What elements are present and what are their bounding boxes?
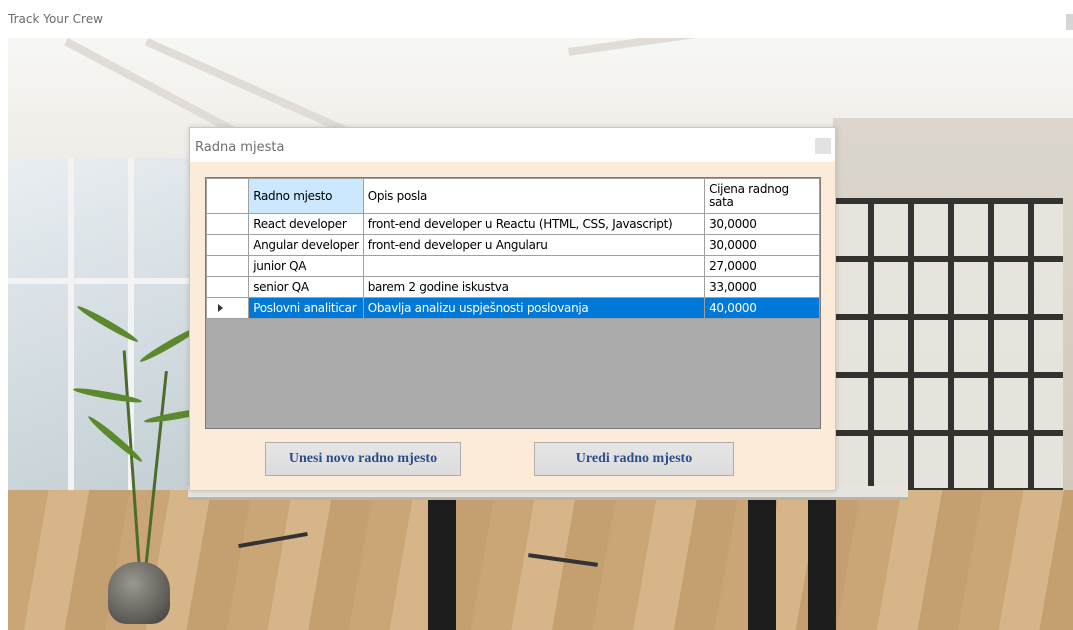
cell-cijena[interactable]: 33,0000 [704, 276, 820, 298]
close-icon[interactable] [815, 138, 831, 154]
bookshelf [828, 198, 1063, 508]
job-positions-table: Radno mjesto Opis posla Cijena radnog sa… [206, 178, 820, 319]
table-row[interactable]: junior QA 27,0000 [206, 255, 820, 277]
dialog-title: Radna mjesta [195, 140, 285, 155]
dialog-titlebar[interactable]: Radna mjesta [190, 128, 835, 162]
table-row[interactable]: React developer front-end developer u Re… [206, 213, 820, 235]
table-header-row: Radno mjesto Opis posla Cijena radnog sa… [206, 178, 820, 214]
column-header-radno-mjesto[interactable]: Radno mjesto [248, 178, 364, 214]
cell-opis-posla[interactable]: front-end developer u Angularu [362, 234, 706, 256]
edit-position-button[interactable]: Uredi radno mjesto [534, 442, 734, 476]
cell-radno-mjesto[interactable]: junior QA [248, 255, 364, 277]
desk-leg [428, 500, 456, 630]
table-row[interactable]: Angular developer front-end developer u … [206, 234, 820, 256]
cell-cijena[interactable]: 27,0000 [704, 255, 820, 277]
column-header-cijena[interactable]: Cijena radnog sata [704, 178, 820, 214]
row-header[interactable] [206, 213, 250, 235]
row-header[interactable] [206, 276, 250, 298]
cell-radno-mjesto[interactable]: Angular developer [248, 234, 364, 256]
desk-leg [808, 500, 836, 630]
cell-cijena[interactable]: 30,0000 [704, 234, 820, 256]
radna-mjesta-dialog: Radna mjesta Radno mjesto Opis posla Cij… [189, 127, 836, 491]
table-row[interactable]: senior QA barem 2 godine iskustva 33,000… [206, 276, 820, 298]
cell-radno-mjesto[interactable]: senior QA [248, 276, 364, 298]
cell-opis-posla[interactable]: front-end developer u Reactu (HTML, CSS,… [362, 213, 706, 235]
job-positions-grid[interactable]: Radno mjesto Opis posla Cijena radnog sa… [205, 177, 821, 429]
cell-opis-posla[interactable]: barem 2 godine iskustva [362, 276, 706, 298]
add-position-button[interactable]: Unesi novo radno mjesto [265, 442, 461, 476]
row-header[interactable] [206, 297, 250, 319]
table-row-selected[interactable]: Poslovni analiticar Obavlja analizu uspj… [206, 297, 820, 319]
desk-leg [748, 500, 776, 630]
cell-opis-posla[interactable]: Obavlja analizu uspješnosti poslovanja [362, 297, 706, 319]
column-header-cijena-label: Cijena radnog sata [709, 182, 789, 209]
cell-cijena[interactable]: 30,0000 [704, 213, 820, 235]
plant-pot [108, 562, 170, 624]
cell-cijena[interactable]: 40,0000 [704, 297, 820, 319]
window-frame [8, 278, 198, 284]
column-header-opis-posla[interactable]: Opis posla [362, 178, 706, 214]
cell-radno-mjesto[interactable]: React developer [248, 213, 364, 235]
cell-radno-mjesto[interactable]: Poslovni analiticar [248, 297, 364, 319]
row-header[interactable] [206, 234, 250, 256]
window-corner-button[interactable] [1066, 14, 1073, 30]
cell-opis-posla[interactable] [362, 255, 706, 277]
triangle-right-icon [218, 304, 223, 312]
app-title: Track Your Crew [8, 12, 103, 26]
row-header[interactable] [206, 255, 250, 277]
row-header-corner[interactable] [206, 178, 250, 214]
